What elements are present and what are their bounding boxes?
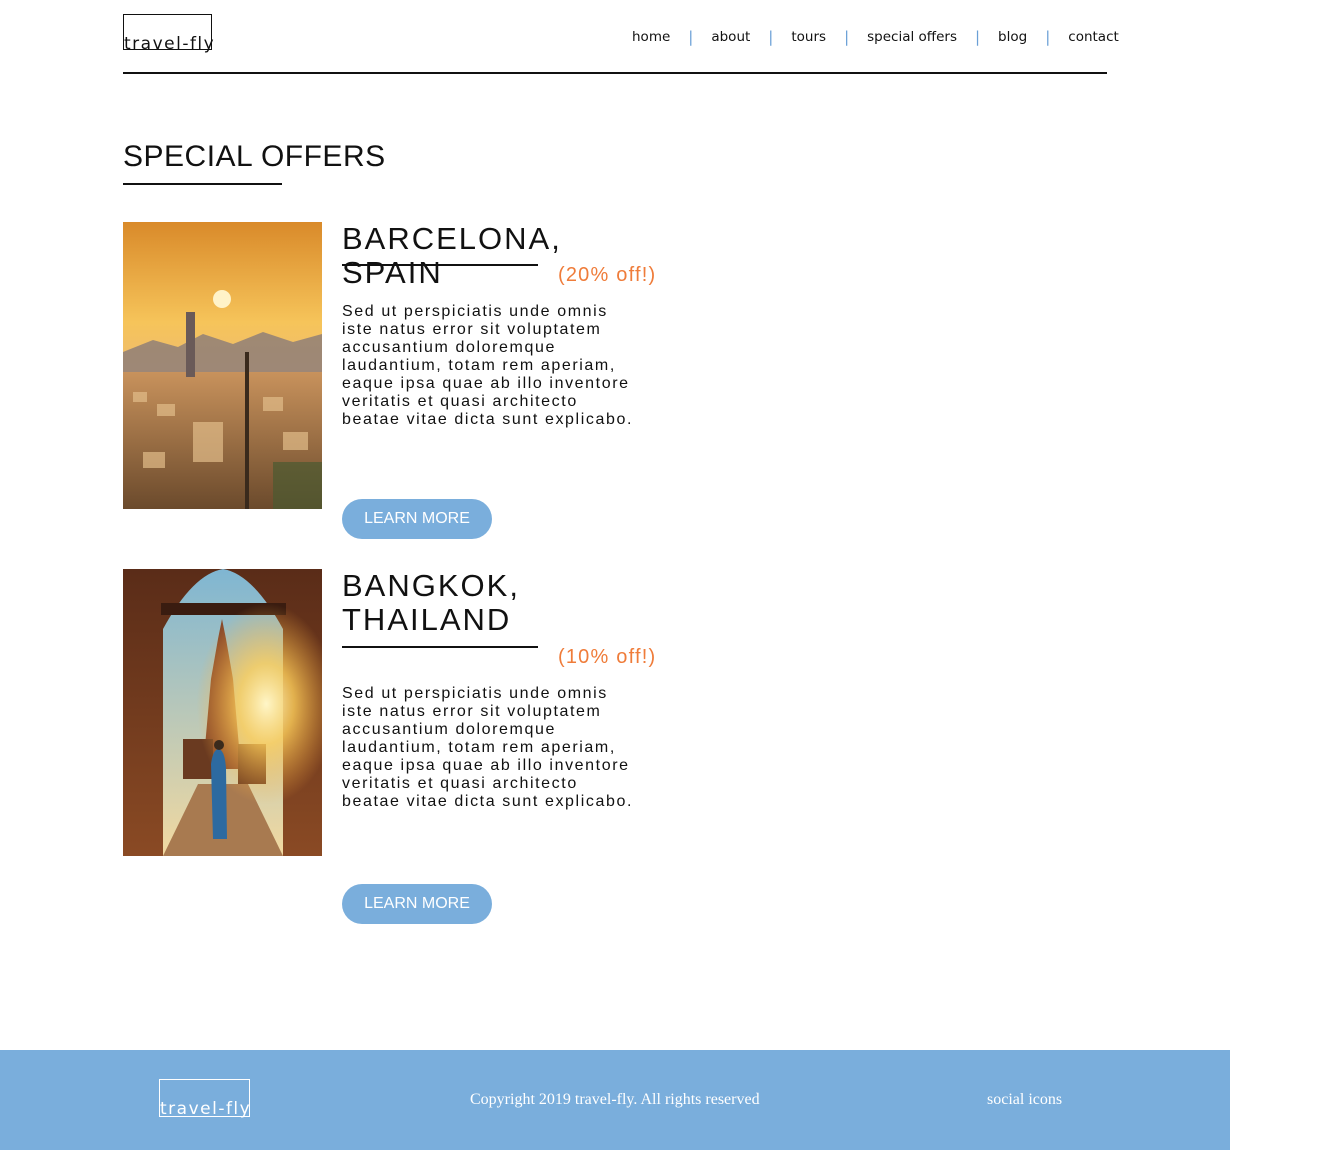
nav-separator: | — [974, 28, 981, 46]
nav-contact[interactable]: contact — [1056, 29, 1131, 45]
offer-title-underline — [342, 264, 538, 266]
header-divider — [123, 72, 1107, 74]
footer-logo-text: travel-fly — [160, 1099, 252, 1119]
nav-special-offers[interactable]: special offers — [855, 29, 969, 45]
discount-label: (10% off!) — [558, 646, 657, 668]
nav-about[interactable]: about — [699, 29, 762, 45]
offer-title-underline — [342, 646, 538, 648]
main-nav: home | about | tours | special offers | … — [620, 28, 1131, 46]
learn-more-button[interactable]: LEARN MORE — [342, 884, 492, 924]
learn-more-button[interactable]: LEARN MORE — [342, 499, 492, 539]
nav-separator: | — [688, 28, 694, 46]
barcelona-image — [123, 222, 322, 509]
footer: travel-fly Copyright 2019 travel-fly. Al… — [0, 1050, 1230, 1150]
social-icons: social icons — [987, 1091, 1063, 1108]
site-logo[interactable]: travel-fly — [123, 14, 214, 54]
copyright-text: Copyright 2019 travel-fly. All rights re… — [470, 1091, 760, 1108]
nav-separator: | — [1045, 28, 1051, 46]
title-underline — [123, 183, 282, 185]
nav-tours[interactable]: tours — [779, 29, 838, 45]
discount-label: (20% off!) — [558, 264, 657, 286]
logo-text: travel-fly — [124, 34, 216, 54]
offer-title: BANGKOK, THAILAND — [342, 568, 520, 637]
nav-blog[interactable]: blog — [986, 29, 1039, 45]
bangkok-image — [123, 569, 322, 856]
nav-home[interactable]: home — [620, 29, 682, 45]
page-title: SPECIAL OFFERS — [123, 140, 386, 173]
footer-logo[interactable]: travel-fly — [159, 1079, 252, 1119]
nav-separator: | — [844, 28, 850, 46]
offer-description: Sed ut perspiciatis unde omnis iste natu… — [342, 303, 634, 428]
nav-separator: | — [768, 28, 774, 46]
offer-description: Sed ut perspiciatis unde omnis iste natu… — [342, 685, 634, 810]
